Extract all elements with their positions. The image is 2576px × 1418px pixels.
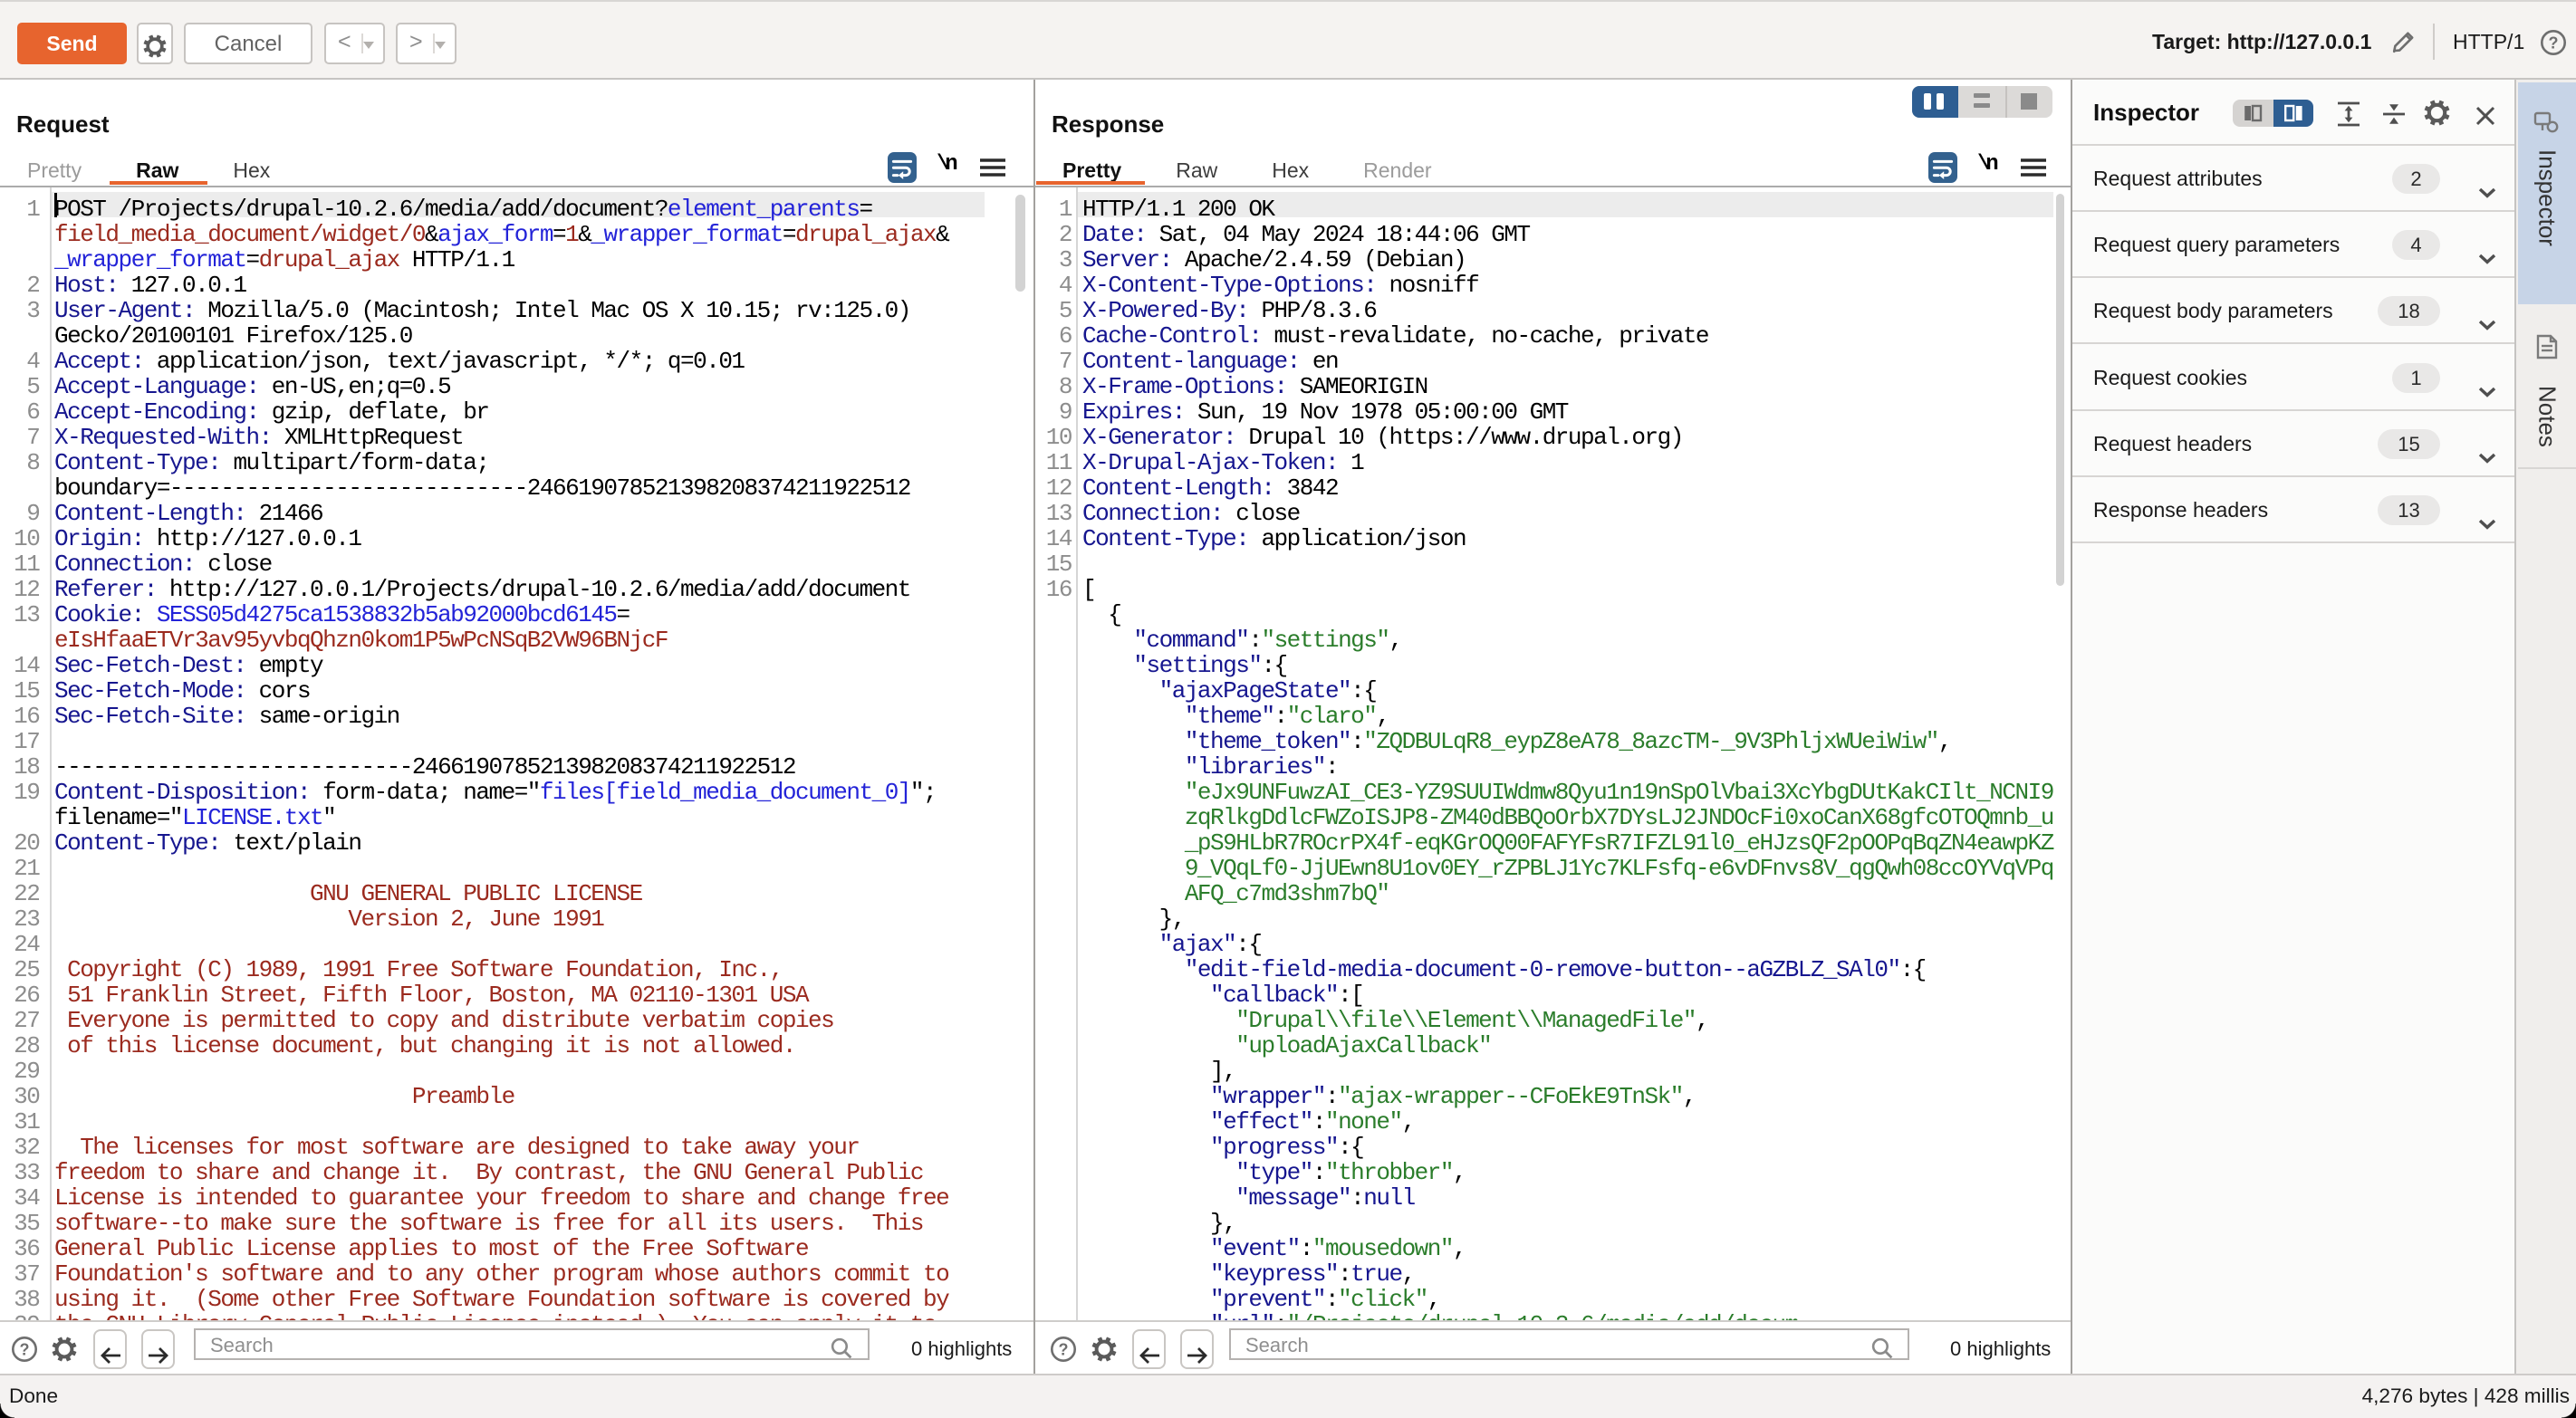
svg-text:?: ?: [2549, 34, 2559, 52]
svg-text:?: ?: [20, 1340, 30, 1358]
svg-text:n: n: [1985, 152, 1998, 176]
svg-text:n: n: [945, 152, 957, 176]
svg-text:?: ?: [1059, 1340, 1069, 1358]
